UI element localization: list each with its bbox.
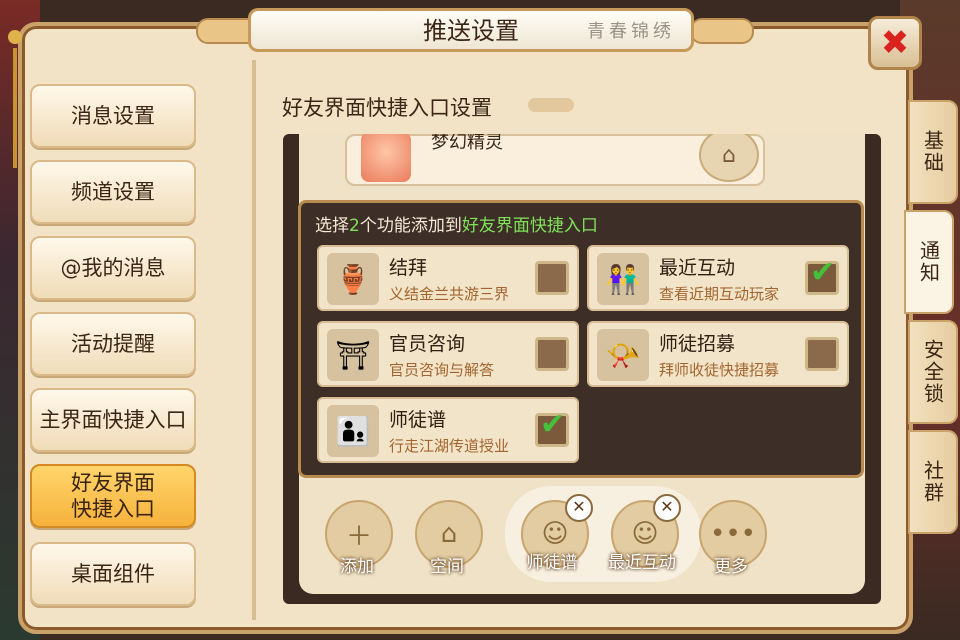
option-desc: 行走江湖传道授业	[389, 437, 510, 455]
title-decoration: 青春锦绣	[587, 21, 675, 42]
tab-community[interactable]: 社群	[908, 430, 958, 534]
tab-label: 社群	[920, 460, 945, 504]
option-checkbox[interactable]: ✔	[535, 407, 569, 447]
title-wing-right	[690, 18, 754, 44]
selected-shortcuts: ☺ ✕ 师徒谱 ☺ ✕ 最近互动	[505, 486, 701, 582]
option-card-recent-interaction[interactable]: 👫 最近互动 查看近期互动玩家 ✔	[587, 245, 849, 311]
option-card-jiebai[interactable]: 🏺 结拜 义结金兰共游三界	[317, 245, 579, 311]
avatar	[361, 134, 411, 182]
horn-icon: 📯	[597, 329, 649, 381]
title-bar: 推送设置 青春锦绣	[248, 8, 694, 52]
pavilion-icon: ⛩	[327, 329, 379, 381]
option-card-master-disciple[interactable]: 👨‍👦 师徒谱 行走江湖传道授业 ✔	[317, 397, 579, 463]
option-desc: 拜师收徒快捷招募	[659, 361, 780, 379]
option-desc: 官员咨询与解答	[389, 361, 495, 379]
tab-notification[interactable]: 通知	[904, 210, 954, 314]
checkmark-icon: ✔	[810, 255, 836, 290]
option-card-official-consult[interactable]: ⛩ 官员咨询 官员咨询与解答	[317, 321, 579, 387]
option-checkbox[interactable]	[805, 337, 839, 371]
nav-item-label: 好友界面快捷入口	[71, 471, 155, 521]
more-dots-icon: •••	[709, 519, 756, 549]
nav-item-label: 活动提醒	[71, 332, 155, 356]
nav-item-label: 桌面组件	[71, 562, 155, 586]
nav-item-label: @我的消息	[60, 256, 166, 280]
tassel-decoration	[8, 30, 22, 190]
option-checkbox[interactable]: ✔	[805, 255, 839, 295]
nav-item-label: 消息设置	[71, 104, 155, 128]
couple-icon: 👫	[597, 253, 649, 305]
remove-shortcut-master-button[interactable]: ✕	[565, 494, 593, 522]
shortcut-bar: ＋ 添加 ⌂ 空间 ☺ ✕ 师徒谱 ☺ ✕ 最近互动 ••• 更多	[325, 486, 767, 586]
tab-label: 通知	[916, 240, 941, 284]
nav-item-main-shortcuts[interactable]: 主界面快捷入口	[30, 388, 196, 452]
column-divider	[252, 60, 256, 620]
nav-item-label: 频道设置	[71, 180, 155, 204]
home-icon: ⌂	[722, 142, 736, 168]
nav-item-friend-shortcuts[interactable]: 好友界面快捷入口	[30, 464, 196, 528]
house-icon: ⌂	[440, 519, 458, 549]
option-checkbox[interactable]	[535, 261, 569, 295]
wine-jar-icon: 🏺	[327, 253, 379, 305]
selected-label-master: 师徒谱	[526, 553, 578, 573]
option-name: 最近互动	[659, 257, 736, 279]
close-icon: ✖	[880, 23, 910, 63]
nav-item-desktop-widgets[interactable]: 桌面组件	[30, 542, 196, 606]
friend-name: 梦幻精灵	[431, 134, 503, 153]
selected-label-recent: 最近互动	[608, 553, 676, 573]
option-desc: 义结金兰共游三界	[389, 285, 510, 303]
target-name: 好友界面快捷入口	[461, 216, 598, 236]
nav-item-activity-reminder[interactable]: 活动提醒	[30, 312, 196, 376]
option-name: 官员咨询	[389, 333, 466, 355]
add-icon: ＋	[345, 521, 372, 552]
option-desc: 查看近期互动玩家	[659, 285, 780, 303]
option-name: 结拜	[389, 257, 428, 279]
close-button[interactable]: ✖	[868, 16, 922, 70]
option-name: 师徒谱	[389, 409, 447, 431]
shortcut-select-modal: 选择2个功能添加到好友界面快捷入口 🏺 结拜 义结金兰共游三界 👫 最近互动 查…	[298, 200, 864, 478]
checkmark-icon: ✔	[540, 407, 566, 442]
nav-item-channel-settings[interactable]: 频道设置	[30, 160, 196, 224]
cloud-ornament-icon	[528, 98, 574, 112]
add-label: 添加	[340, 557, 374, 577]
option-card-mentor-recruit[interactable]: 📯 师徒招募 拜师收徒快捷招募	[587, 321, 849, 387]
master-disciple-icon: ☺	[541, 519, 569, 549]
remove-shortcut-recent-button[interactable]: ✕	[653, 494, 681, 522]
tab-security-lock[interactable]: 安全锁	[908, 320, 958, 424]
nav-item-mentions[interactable]: @我的消息	[30, 236, 196, 300]
option-checkbox[interactable]	[535, 337, 569, 371]
tab-label: 基础	[920, 130, 945, 174]
master-disciple-icon: 👨‍👦	[327, 405, 379, 457]
nav-item-message-settings[interactable]: 消息设置	[30, 84, 196, 148]
selected-count: 2	[349, 216, 360, 236]
space-label: 空间	[430, 557, 464, 577]
couple-icon: ☺	[631, 519, 659, 549]
option-name: 师徒招募	[659, 333, 736, 355]
window-title: 推送设置	[423, 17, 519, 45]
nav-item-label: 主界面快捷入口	[39, 408, 187, 432]
tab-label: 安全锁	[920, 339, 945, 405]
modal-prompt: 选择2个功能添加到好友界面快捷入口	[315, 216, 598, 236]
tab-basic[interactable]: 基础	[908, 100, 958, 204]
more-label: 更多	[714, 557, 748, 577]
section-title: 好友界面快捷入口设置	[282, 96, 492, 120]
